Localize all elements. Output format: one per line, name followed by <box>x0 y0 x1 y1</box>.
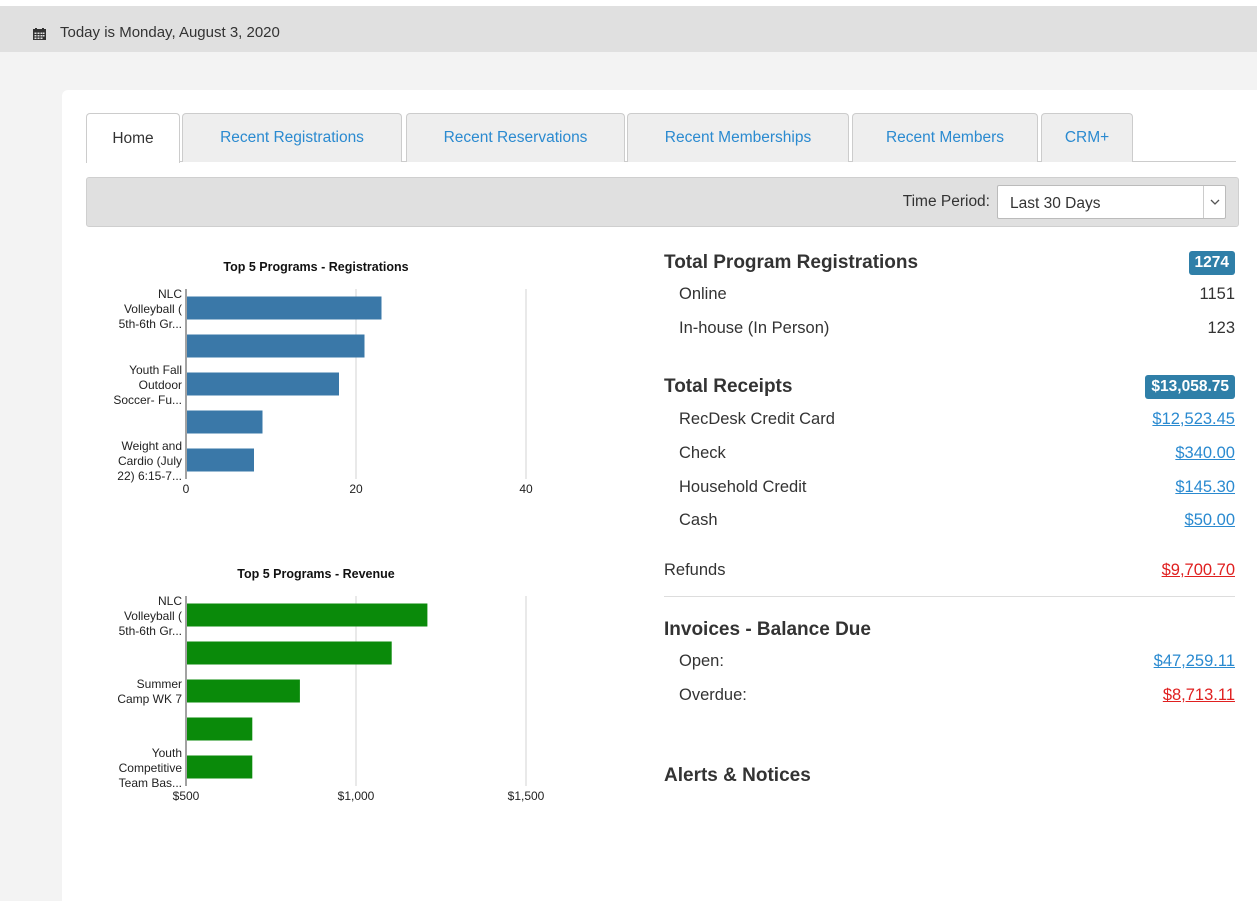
revenue-chart: Top 5 Programs - Revenue NLC Volleyball (5… <box>86 552 586 822</box>
calendar-icon <box>33 28 46 40</box>
tab-home[interactable]: Home <box>86 113 180 163</box>
bar <box>187 679 300 703</box>
receipts-title: Total Receipts <box>664 376 793 397</box>
tab-recent-memberships[interactable]: Recent Memberships <box>627 113 849 162</box>
time-period-label: Time Period: <box>902 193 990 210</box>
online-value: 1151 <box>1199 285 1235 303</box>
section-divider <box>664 596 1235 597</box>
overdue-balance-link[interactable]: $8,713.11 <box>1163 686 1235 705</box>
household-credit-link[interactable]: $145.30 <box>1175 478 1235 497</box>
bar <box>187 372 339 396</box>
chart-title: Top 5 Programs - Registrations <box>223 260 408 274</box>
bar <box>187 641 392 665</box>
dashboard-panel: Home Recent Registrations Recent Reserva… <box>62 90 1257 901</box>
category-label: Outdoor <box>139 378 182 392</box>
category-label: Youth Fall <box>129 363 182 377</box>
bar <box>187 410 263 434</box>
refunds-link[interactable]: $9,700.70 <box>1162 561 1235 580</box>
registrations-chart-svg: Top 5 Programs - Registrations NLCVolleyb… <box>113 260 533 496</box>
refunds-label: Refunds <box>664 561 726 579</box>
tab-recent-members[interactable]: Recent Members <box>852 113 1038 162</box>
category-label: Volleyball ( <box>124 609 182 623</box>
tab-recent-registrations[interactable]: Recent Registrations <box>182 113 402 162</box>
category-label: Volleyball ( <box>124 302 182 316</box>
tick-label: 20 <box>349 482 363 496</box>
tab-crm-plus[interactable]: CRM+ <box>1041 113 1133 162</box>
registrations-chart: Top 5 Programs - Registrations NLC Volleyb… <box>86 245 586 515</box>
alerts-title: Alerts & Notices <box>664 765 811 786</box>
receipts-total-badge: $13,058.75 <box>1145 375 1235 399</box>
category-label: Soccer- Fu... <box>113 393 182 407</box>
check-label: Check <box>679 444 726 462</box>
category-label: Competitive <box>119 761 183 775</box>
bar <box>187 296 382 320</box>
cash-label: Cash <box>679 511 718 529</box>
tick-label: 0 <box>183 482 190 496</box>
tab-recent-reservations[interactable]: Recent Reservations <box>406 113 625 162</box>
tick-label: 40 <box>519 482 533 496</box>
category-label: Summer <box>137 677 182 691</box>
open-balance-link[interactable]: $47,259.11 <box>1154 652 1235 671</box>
revenue-chart-svg: Top 5 Programs - Revenue NLCVolleyball (5… <box>117 567 545 803</box>
tick-label: $500 <box>173 789 200 803</box>
open-label: Open: <box>679 652 724 670</box>
online-label: Online <box>679 285 727 303</box>
credit-card-link[interactable]: $12,523.45 <box>1152 410 1235 429</box>
invoices-title: Invoices - Balance Due <box>664 619 871 640</box>
household-credit-label: Household Credit <box>679 478 807 496</box>
bar <box>187 717 253 741</box>
chart-title: Top 5 Programs - Revenue <box>237 567 394 581</box>
cash-link[interactable]: $50.00 <box>1185 511 1235 530</box>
chevron-down-icon[interactable] <box>1203 186 1225 218</box>
category-label: Weight and <box>122 439 183 453</box>
category-label: 22) 6:15-7... <box>117 469 182 483</box>
registrations-total-badge: 1274 <box>1188 251 1235 275</box>
check-link[interactable]: $340.00 <box>1175 444 1235 463</box>
category-label: 5th-6th Gr... <box>119 317 182 331</box>
date-bar: Today is Monday, August 3, 2020 <box>0 0 1257 52</box>
tick-label: $1,500 <box>508 789 545 803</box>
category-label: 5th-6th Gr... <box>119 624 182 638</box>
bar <box>187 448 254 472</box>
bar <box>187 603 428 627</box>
category-label: Team Bas... <box>119 776 182 790</box>
bar <box>187 334 365 358</box>
bar <box>187 755 253 779</box>
registrations-title: Total Program Registrations <box>664 252 919 273</box>
time-period-select[interactable]: Last 30 Days <box>997 185 1226 219</box>
overdue-label: Overdue: <box>679 686 747 704</box>
tick-label: $1,000 <box>338 789 375 803</box>
time-period-value: Last 30 Days <box>1010 195 1101 212</box>
category-label: Cardio (July <box>118 454 182 468</box>
in-house-value: 123 <box>1207 319 1235 337</box>
category-label: NLC <box>158 594 182 608</box>
filter-bar: Time Period: Last 30 Days <box>86 177 1239 227</box>
credit-card-label: RecDesk Credit Card <box>679 410 835 428</box>
current-date-text: Today is Monday, August 3, 2020 <box>60 24 280 41</box>
category-label: NLC <box>158 287 182 301</box>
category-label: Camp WK 7 <box>117 692 182 706</box>
in-house-label: In-house (In Person) <box>679 319 830 337</box>
dashboard-tabs: Home Recent Registrations Recent Reserva… <box>86 113 1236 163</box>
category-label: Youth <box>152 746 182 760</box>
